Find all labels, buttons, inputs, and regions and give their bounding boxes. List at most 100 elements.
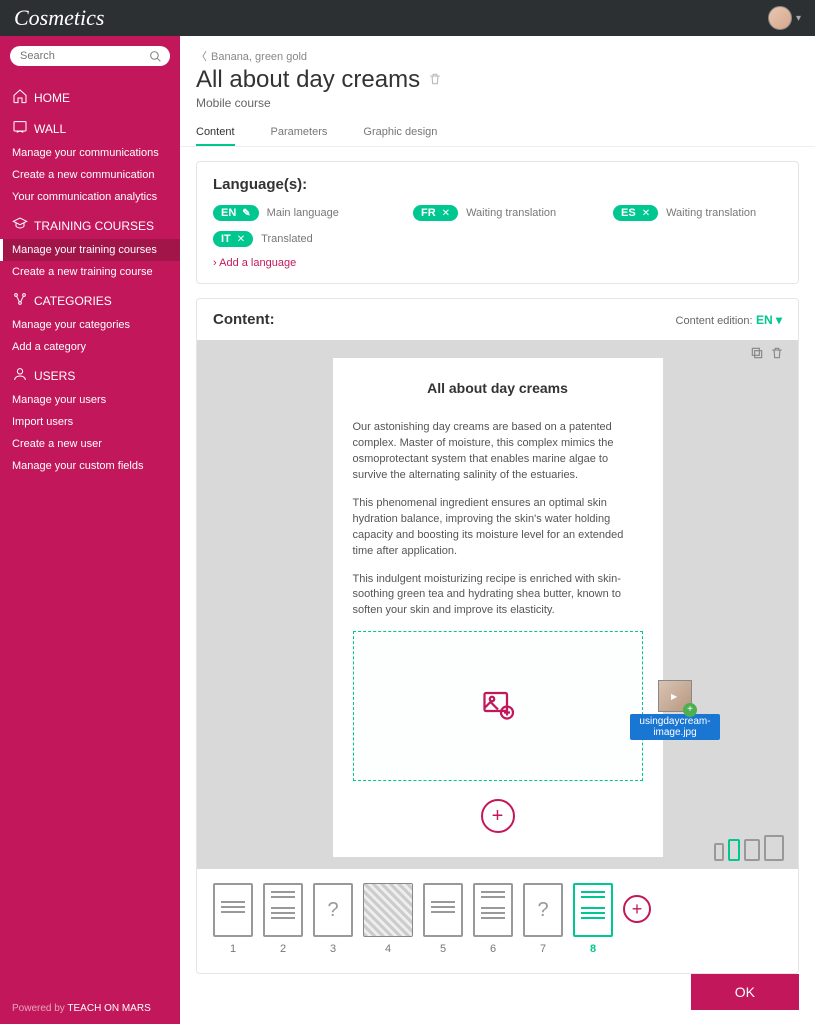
nav-training-label: TRAINING COURSES xyxy=(34,219,154,233)
page-thumb-3[interactable]: ? xyxy=(313,883,353,937)
content-heading: Content: xyxy=(213,311,275,328)
languages-panel: Language(s): EN✎ Main language FR✕ Waiti… xyxy=(196,161,799,284)
brand-logo: Cosmetics xyxy=(14,5,104,31)
add-language-link[interactable]: › Add a language xyxy=(213,257,296,269)
tab-graphic-design[interactable]: Graphic design xyxy=(363,120,437,146)
tab-parameters[interactable]: Parameters xyxy=(271,120,328,146)
footer-prefix: Powered by xyxy=(12,1003,67,1014)
page-thumbnails: 1 2 ?3 4 5 6 ?7 8 + xyxy=(197,869,798,973)
page-thumb-1[interactable] xyxy=(213,883,253,937)
nav-categories-item-1[interactable]: Add a category xyxy=(0,336,180,358)
card-paragraph-0: Our astonishing day creams are based on … xyxy=(353,420,643,484)
page-thumb-5[interactable] xyxy=(423,883,463,937)
page-num-6: 6 xyxy=(473,943,513,955)
chevron-down-icon: ▾ xyxy=(776,313,782,327)
page-num-8: 8 xyxy=(573,943,613,955)
page-num-3: 3 xyxy=(313,943,353,955)
sidebar: HOME WALL Manage your communications Cre… xyxy=(0,36,180,1024)
search-input[interactable] xyxy=(10,46,170,66)
page-subtitle: Mobile course xyxy=(180,96,815,120)
device-phone-active[interactable] xyxy=(728,839,740,861)
languages-heading: Language(s): xyxy=(213,176,782,193)
nav-users-item-1[interactable]: Import users xyxy=(0,411,180,433)
file-thumbnail: + xyxy=(658,680,692,712)
content-edition-selector[interactable]: Content edition: EN ▾ xyxy=(676,313,782,327)
main: 〈 Banana, green gold All about day creams… xyxy=(180,36,815,1024)
image-dropzone[interactable] xyxy=(353,631,643,781)
close-icon[interactable]: ✕ xyxy=(642,208,650,219)
page-thumb-2[interactable] xyxy=(263,883,303,937)
content-edition-value: EN ▾ xyxy=(756,313,782,327)
nav-categories-label: CATEGORIES xyxy=(34,294,112,308)
editor-stage: All about day creams Our astonishing day… xyxy=(197,340,798,869)
lang-es: ES✕ Waiting translation xyxy=(613,205,763,221)
back-icon: 〈 xyxy=(196,51,207,63)
ok-bar: OK xyxy=(691,974,799,1010)
page-num-2: 2 xyxy=(263,943,303,955)
search-icon xyxy=(149,50,162,66)
tab-content[interactable]: Content xyxy=(196,120,235,146)
plus-badge-icon: + xyxy=(683,703,697,717)
device-phone-small[interactable] xyxy=(714,843,724,861)
home-icon xyxy=(12,88,28,107)
delete-icon[interactable] xyxy=(428,72,442,89)
lang-pill-en[interactable]: EN✎ xyxy=(213,205,259,221)
users-icon xyxy=(12,366,28,385)
ok-button[interactable]: OK xyxy=(691,974,799,1010)
nav-wall-header[interactable]: WALL xyxy=(0,111,180,142)
copy-icon[interactable] xyxy=(750,346,764,363)
lang-fr: FR✕ Waiting translation xyxy=(413,205,563,221)
nav-training-header[interactable]: TRAINING COURSES xyxy=(0,208,180,239)
nav-wall-item-1[interactable]: Create a new communication xyxy=(0,164,180,186)
page-num-4: 4 xyxy=(363,943,413,955)
dragged-file[interactable]: + usingdaycream-image.jpg xyxy=(630,680,720,740)
wall-icon xyxy=(12,119,28,138)
pencil-icon[interactable]: ✎ xyxy=(242,208,250,219)
lang-pill-fr[interactable]: FR✕ xyxy=(413,205,458,221)
nav-users-header[interactable]: USERS xyxy=(0,358,180,389)
lang-en-label: Main language xyxy=(267,207,339,219)
close-icon[interactable]: ✕ xyxy=(442,208,450,219)
lang-pill-it[interactable]: IT✕ xyxy=(213,231,253,247)
breadcrumb-label: Banana, green gold xyxy=(211,51,307,63)
tabs: Content Parameters Graphic design xyxy=(180,120,815,147)
user-menu[interactable]: ▾ xyxy=(768,6,801,30)
lang-pill-es[interactable]: ES✕ xyxy=(613,205,658,221)
breadcrumb[interactable]: 〈 Banana, green gold xyxy=(180,36,815,66)
nav-wall-item-2[interactable]: Your communication analytics xyxy=(0,186,180,208)
device-tablet-portrait[interactable] xyxy=(744,839,760,861)
nav-home[interactable]: HOME xyxy=(0,80,180,111)
mobile-card: All about day creams Our astonishing day… xyxy=(333,358,663,857)
nav-training-item-1[interactable]: Create a new training course xyxy=(0,261,180,283)
sidebar-footer: Powered by TEACH ON MARS xyxy=(12,1003,151,1014)
lang-it-label: Translated xyxy=(261,233,313,245)
page-thumb-6[interactable] xyxy=(473,883,513,937)
categories-icon xyxy=(12,291,28,310)
nav-users-item-3[interactable]: Manage your custom fields xyxy=(0,455,180,477)
add-block-button[interactable]: + xyxy=(481,799,515,833)
close-icon[interactable]: ✕ xyxy=(237,234,245,245)
add-page-button[interactable]: + xyxy=(623,895,651,923)
training-icon xyxy=(12,216,28,235)
avatar xyxy=(768,6,792,30)
file-name-label: usingdaycream-image.jpg xyxy=(630,714,720,740)
nav-users-label: USERS xyxy=(34,369,75,383)
nav-categories-header[interactable]: CATEGORIES xyxy=(0,283,180,314)
nav-categories-item-0[interactable]: Manage your categories xyxy=(0,314,180,336)
lang-en: EN✎ Main language xyxy=(213,205,363,221)
page-thumb-8[interactable] xyxy=(573,883,613,937)
page-num-7: 7 xyxy=(523,943,563,955)
page-thumb-7[interactable]: ? xyxy=(523,883,563,937)
nav-users-item-0[interactable]: Manage your users xyxy=(0,389,180,411)
card-title[interactable]: All about day creams xyxy=(353,380,643,396)
card-body[interactable]: Our astonishing day creams are based on … xyxy=(353,420,643,619)
lang-fr-label: Waiting translation xyxy=(466,207,556,219)
device-tablet-landscape[interactable] xyxy=(764,835,784,861)
chevron-down-icon: ▾ xyxy=(796,13,801,24)
nav-users-item-2[interactable]: Create a new user xyxy=(0,433,180,455)
page-thumb-4[interactable] xyxy=(363,883,413,937)
page-num-1: 1 xyxy=(213,943,253,955)
nav-wall-item-0[interactable]: Manage your communications xyxy=(0,142,180,164)
trash-icon[interactable] xyxy=(770,346,784,363)
nav-training-item-0[interactable]: Manage your training courses xyxy=(0,239,180,261)
